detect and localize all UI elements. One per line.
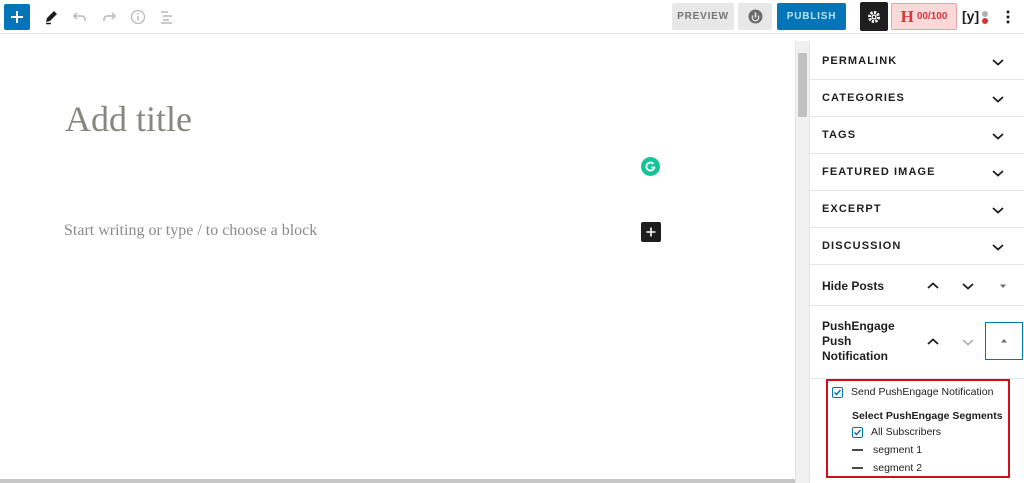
panel-featured-image[interactable]: FEATURED IMAGE bbox=[810, 154, 1024, 191]
send-notification-option[interactable]: Send PushEngage Notification bbox=[832, 386, 993, 398]
power-circle-icon bbox=[748, 9, 762, 24]
outline-button[interactable] bbox=[156, 6, 178, 28]
undo-icon bbox=[72, 12, 86, 21]
details-button[interactable] bbox=[127, 6, 149, 28]
chevron-up-icon bbox=[927, 338, 939, 345]
chevron-down-icon bbox=[992, 244, 1004, 251]
editor-canvas: Add title Start writing or type / to cho… bbox=[0, 34, 795, 483]
chevron-down-icon bbox=[992, 207, 1004, 214]
info-icon bbox=[130, 9, 146, 25]
post-title-input[interactable]: Add title bbox=[65, 98, 192, 140]
chevron-up-icon bbox=[927, 282, 939, 289]
pushengage-options: Send PushEngage Notification Select Push… bbox=[826, 379, 1010, 478]
publish-button[interactable]: PUBLISH bbox=[777, 3, 846, 30]
panel-permalink[interactable]: PERMALINK bbox=[810, 43, 1024, 80]
undo-button[interactable] bbox=[69, 6, 91, 28]
panel-label: PERMALINK bbox=[822, 55, 898, 67]
add-block-button[interactable] bbox=[4, 4, 30, 30]
list-outline-icon bbox=[161, 11, 172, 24]
gear-icon bbox=[868, 10, 880, 23]
editor-scrollbar[interactable] bbox=[795, 41, 809, 483]
caret-down-icon bbox=[1000, 284, 1006, 288]
panel-label: FEATURED IMAGE bbox=[822, 166, 936, 178]
scrollbar-thumb[interactable] bbox=[798, 53, 807, 117]
settings-button[interactable] bbox=[860, 2, 888, 31]
grammarly-icon[interactable] bbox=[641, 157, 660, 176]
chevron-down-icon bbox=[992, 133, 1004, 140]
move-up-button[interactable] bbox=[925, 278, 941, 294]
segment-label: All Subscribers bbox=[871, 426, 942, 438]
segment-label: segment 1 bbox=[873, 444, 923, 456]
send-notification-checkbox[interactable] bbox=[832, 386, 843, 398]
panel-label: Hide Posts bbox=[822, 279, 885, 293]
segment-checkbox[interactable] bbox=[852, 426, 863, 438]
yoast-seo-button[interactable]: [y] bbox=[962, 6, 992, 28]
redo-button[interactable] bbox=[98, 6, 120, 28]
move-up-button[interactable] bbox=[925, 334, 941, 350]
editor-footer-bar bbox=[0, 479, 795, 483]
preview-button[interactable]: PREVIEW bbox=[672, 3, 734, 30]
segment-option[interactable]: segment 2 bbox=[852, 462, 922, 474]
caret-up-icon bbox=[1001, 339, 1007, 343]
panel-hide-posts: Hide Posts bbox=[810, 266, 1024, 306]
chevron-down-icon bbox=[962, 283, 974, 290]
toggle-panel-button[interactable] bbox=[995, 278, 1011, 294]
panel-excerpt[interactable]: EXCERPT bbox=[810, 191, 1024, 228]
move-down-button[interactable] bbox=[960, 278, 976, 294]
plus-icon bbox=[646, 227, 656, 237]
chevron-down-icon bbox=[992, 170, 1004, 177]
block-editor: PREVIEW PUBLISH H 00/100 [y] Add title S… bbox=[0, 0, 1024, 483]
seo-score-button[interactable]: H 00/100 bbox=[891, 3, 957, 30]
yoast-status-dot-icon bbox=[982, 11, 988, 17]
plus-icon bbox=[11, 11, 23, 23]
checkmark-icon bbox=[833, 389, 842, 396]
checkmark-icon bbox=[853, 429, 862, 436]
send-notification-label: Send PushEngage Notification bbox=[851, 386, 994, 398]
editor-toolbar: PREVIEW PUBLISH H 00/100 [y] bbox=[0, 0, 1024, 34]
segment-label: segment 2 bbox=[873, 462, 923, 474]
panel-discussion[interactable]: DISCUSSION bbox=[810, 228, 1024, 265]
segment-option[interactable]: All Subscribers bbox=[852, 426, 941, 438]
yoast-logo-icon: [y] bbox=[962, 8, 980, 24]
pre-publish-checks-button[interactable] bbox=[738, 3, 772, 30]
toggle-panel-button[interactable] bbox=[985, 322, 1023, 360]
chevron-down-icon bbox=[992, 96, 1004, 103]
panel-tags[interactable]: TAGS bbox=[810, 117, 1024, 154]
panel-label: TAGS bbox=[822, 129, 857, 141]
panel-label: EXCERPT bbox=[822, 203, 882, 215]
panel-label: CATEGORIES bbox=[822, 92, 905, 104]
segment-option[interactable]: segment 1 bbox=[852, 444, 922, 456]
chevron-down-icon bbox=[962, 339, 974, 346]
panel-label: PushEngage Push Notification bbox=[822, 319, 895, 363]
redo-icon bbox=[103, 12, 117, 21]
more-options-button[interactable] bbox=[998, 6, 1018, 28]
panel-pushengage: PushEngage Push Notification bbox=[810, 307, 1024, 379]
inline-add-block-button[interactable] bbox=[641, 222, 661, 242]
segments-heading: Select PushEngage Segments bbox=[852, 410, 1003, 422]
chevron-down-icon bbox=[992, 59, 1004, 66]
settings-sidebar: PERMALINK CATEGORIES TAGS FEATURED IMAGE… bbox=[809, 41, 1024, 483]
vertical-ellipsis-icon bbox=[1006, 10, 1010, 24]
dash-icon bbox=[852, 467, 863, 469]
panel-label: DISCUSSION bbox=[822, 240, 902, 252]
pencil-icon bbox=[46, 11, 57, 25]
dash-icon bbox=[852, 449, 863, 451]
seo-score-value: 00/100 bbox=[916, 11, 948, 22]
block-placeholder[interactable]: Start writing or type / to choose a bloc… bbox=[64, 222, 317, 240]
edit-tool-button[interactable] bbox=[40, 6, 62, 28]
seo-plugin-logo-icon: H bbox=[900, 6, 914, 26]
yoast-alert-dot-icon bbox=[982, 18, 988, 24]
move-down-button[interactable] bbox=[960, 334, 976, 350]
panel-categories[interactable]: CATEGORIES bbox=[810, 80, 1024, 117]
